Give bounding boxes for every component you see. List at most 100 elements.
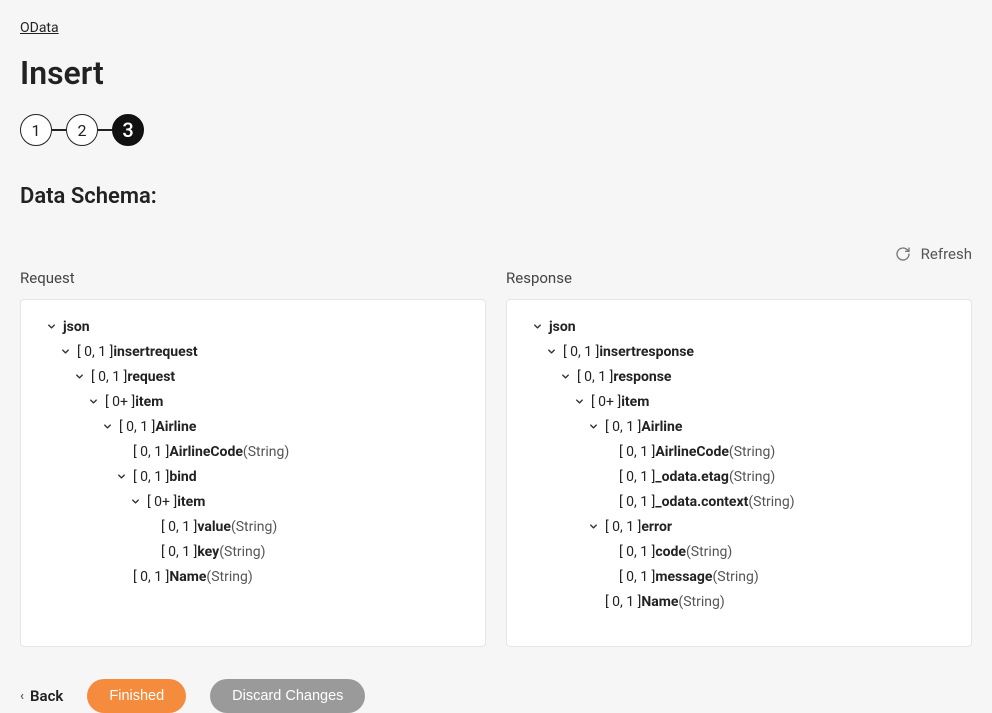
- chevron-down-icon[interactable]: [43, 321, 59, 332]
- node-name: insertrequest: [113, 344, 197, 360]
- chevron-down-icon[interactable]: [543, 346, 559, 357]
- back-link[interactable]: ‹ Back: [20, 687, 63, 705]
- breadcrumb[interactable]: OData: [20, 20, 972, 36]
- tree-node[interactable]: [ 0, 1 ] bind: [31, 464, 475, 489]
- chevron-down-icon[interactable]: [71, 371, 87, 382]
- node-name: AirlineCode: [169, 444, 243, 460]
- finished-button[interactable]: Finished: [87, 679, 186, 713]
- footer: ‹ Back Finished Discard Changes: [20, 679, 972, 713]
- cardinality: [ 0, 1 ]: [563, 344, 599, 360]
- node-type: (String): [243, 444, 289, 460]
- tree-node[interactable]: [ 0, 1 ] response: [517, 364, 961, 389]
- node-name: item: [177, 494, 205, 510]
- node-name: Airline: [155, 419, 196, 435]
- tree-node: [ 0, 1 ] code (String): [517, 539, 961, 564]
- tree-node: [ 0, 1 ] _odata.context (String): [517, 489, 961, 514]
- node-name: request: [127, 369, 175, 385]
- node-name: code: [655, 544, 686, 560]
- node-name: Name: [641, 594, 678, 610]
- cardinality: [ 0, 1 ]: [619, 544, 655, 560]
- chevron-down-icon[interactable]: [529, 321, 545, 332]
- node-type: (String): [686, 544, 732, 560]
- section-title: Data Schema:: [20, 184, 972, 209]
- chevron-down-icon[interactable]: [85, 396, 101, 407]
- node-name: _odata.etag: [655, 469, 729, 485]
- node-type: (String): [678, 594, 724, 610]
- cardinality: [ 0, 1 ]: [605, 419, 641, 435]
- chevron-down-icon[interactable]: [571, 396, 587, 407]
- node-name: Name: [169, 569, 206, 585]
- cardinality: [ 0+ ]: [147, 494, 177, 510]
- tree-node[interactable]: [ 0+ ] item: [31, 389, 475, 414]
- refresh-label: Refresh: [921, 245, 972, 263]
- discard-button[interactable]: Discard Changes: [210, 679, 365, 713]
- cardinality: [ 0, 1 ]: [161, 544, 197, 560]
- node-name: _odata.context: [655, 494, 748, 510]
- tree-node[interactable]: [ 0, 1 ] request: [31, 364, 475, 389]
- stepper: 1 2 3: [20, 114, 972, 146]
- node-type: (String): [729, 469, 775, 485]
- chevron-down-icon[interactable]: [585, 521, 601, 532]
- cardinality: [ 0, 1 ]: [577, 369, 613, 385]
- tree-node: [ 0, 1 ] value (String): [31, 514, 475, 539]
- chevron-down-icon[interactable]: [113, 471, 129, 482]
- request-column: Request json[ 0, 1 ] insertrequest[ 0, 1…: [20, 269, 486, 647]
- page-title: Insert: [20, 54, 972, 92]
- schema-columns: Request json[ 0, 1 ] insertrequest[ 0, 1…: [20, 269, 972, 647]
- tree-node[interactable]: [ 0+ ] item: [31, 489, 475, 514]
- node-type: (String): [729, 444, 775, 460]
- chevron-down-icon[interactable]: [57, 346, 73, 357]
- chevron-down-icon[interactable]: [557, 371, 573, 382]
- tree-node[interactable]: [ 0+ ] item: [517, 389, 961, 414]
- node-name: json: [63, 319, 90, 335]
- cardinality: [ 0, 1 ]: [605, 519, 641, 535]
- cardinality: [ 0, 1 ]: [619, 494, 655, 510]
- tree-node[interactable]: [ 0, 1 ] insertresponse: [517, 339, 961, 364]
- tree-node: [ 0, 1 ] Name (String): [517, 589, 961, 614]
- step-3[interactable]: 3: [112, 114, 144, 146]
- step-1[interactable]: 1: [20, 114, 52, 146]
- tree-node: [ 0, 1 ] message (String): [517, 564, 961, 589]
- tree-node: [ 0, 1 ] AirlineCode (String): [31, 439, 475, 464]
- chevron-down-icon[interactable]: [127, 496, 143, 507]
- cardinality: [ 0, 1 ]: [161, 519, 197, 535]
- cardinality: [ 0+ ]: [591, 394, 621, 410]
- cardinality: [ 0, 1 ]: [619, 444, 655, 460]
- tree-node: [ 0, 1 ] key (String): [31, 539, 475, 564]
- node-type: (String): [219, 544, 265, 560]
- cardinality: [ 0, 1 ]: [619, 569, 655, 585]
- step-2[interactable]: 2: [66, 114, 98, 146]
- node-name: response: [613, 369, 671, 385]
- node-type: (String): [231, 519, 277, 535]
- cardinality: [ 0, 1 ]: [91, 369, 127, 385]
- tree-node: [ 0, 1 ] _odata.etag (String): [517, 464, 961, 489]
- tree-node[interactable]: [ 0, 1 ] insertrequest: [31, 339, 475, 364]
- tree-node[interactable]: [ 0, 1 ] error: [517, 514, 961, 539]
- refresh-icon: [895, 246, 911, 262]
- request-title: Request: [20, 269, 486, 287]
- node-name: Airline: [641, 419, 682, 435]
- tree-node: [ 0, 1 ] Name (String): [31, 564, 475, 589]
- tree-node[interactable]: json: [31, 314, 475, 339]
- node-name: message: [655, 569, 712, 585]
- node-name: bind: [169, 469, 196, 485]
- chevron-left-icon: ‹: [20, 689, 24, 704]
- tree-node[interactable]: [ 0, 1 ] Airline: [517, 414, 961, 439]
- chevron-down-icon[interactable]: [99, 421, 115, 432]
- step-connector: [98, 129, 112, 131]
- response-panel: json[ 0, 1 ] insertresponse[ 0, 1 ] resp…: [506, 299, 972, 647]
- cardinality: [ 0, 1 ]: [619, 469, 655, 485]
- node-name: insertresponse: [599, 344, 694, 360]
- node-type: (String): [748, 494, 794, 510]
- tree-node[interactable]: json: [517, 314, 961, 339]
- node-name: value: [197, 519, 231, 535]
- cardinality: [ 0, 1 ]: [133, 444, 169, 460]
- refresh-button[interactable]: Refresh: [20, 245, 972, 263]
- tree-node[interactable]: [ 0, 1 ] Airline: [31, 414, 475, 439]
- cardinality: [ 0, 1 ]: [605, 594, 641, 610]
- chevron-down-icon[interactable]: [585, 421, 601, 432]
- node-type: (String): [206, 569, 252, 585]
- cardinality: [ 0, 1 ]: [119, 419, 155, 435]
- request-panel: json[ 0, 1 ] insertrequest[ 0, 1 ] reque…: [20, 299, 486, 647]
- step-connector: [52, 129, 66, 131]
